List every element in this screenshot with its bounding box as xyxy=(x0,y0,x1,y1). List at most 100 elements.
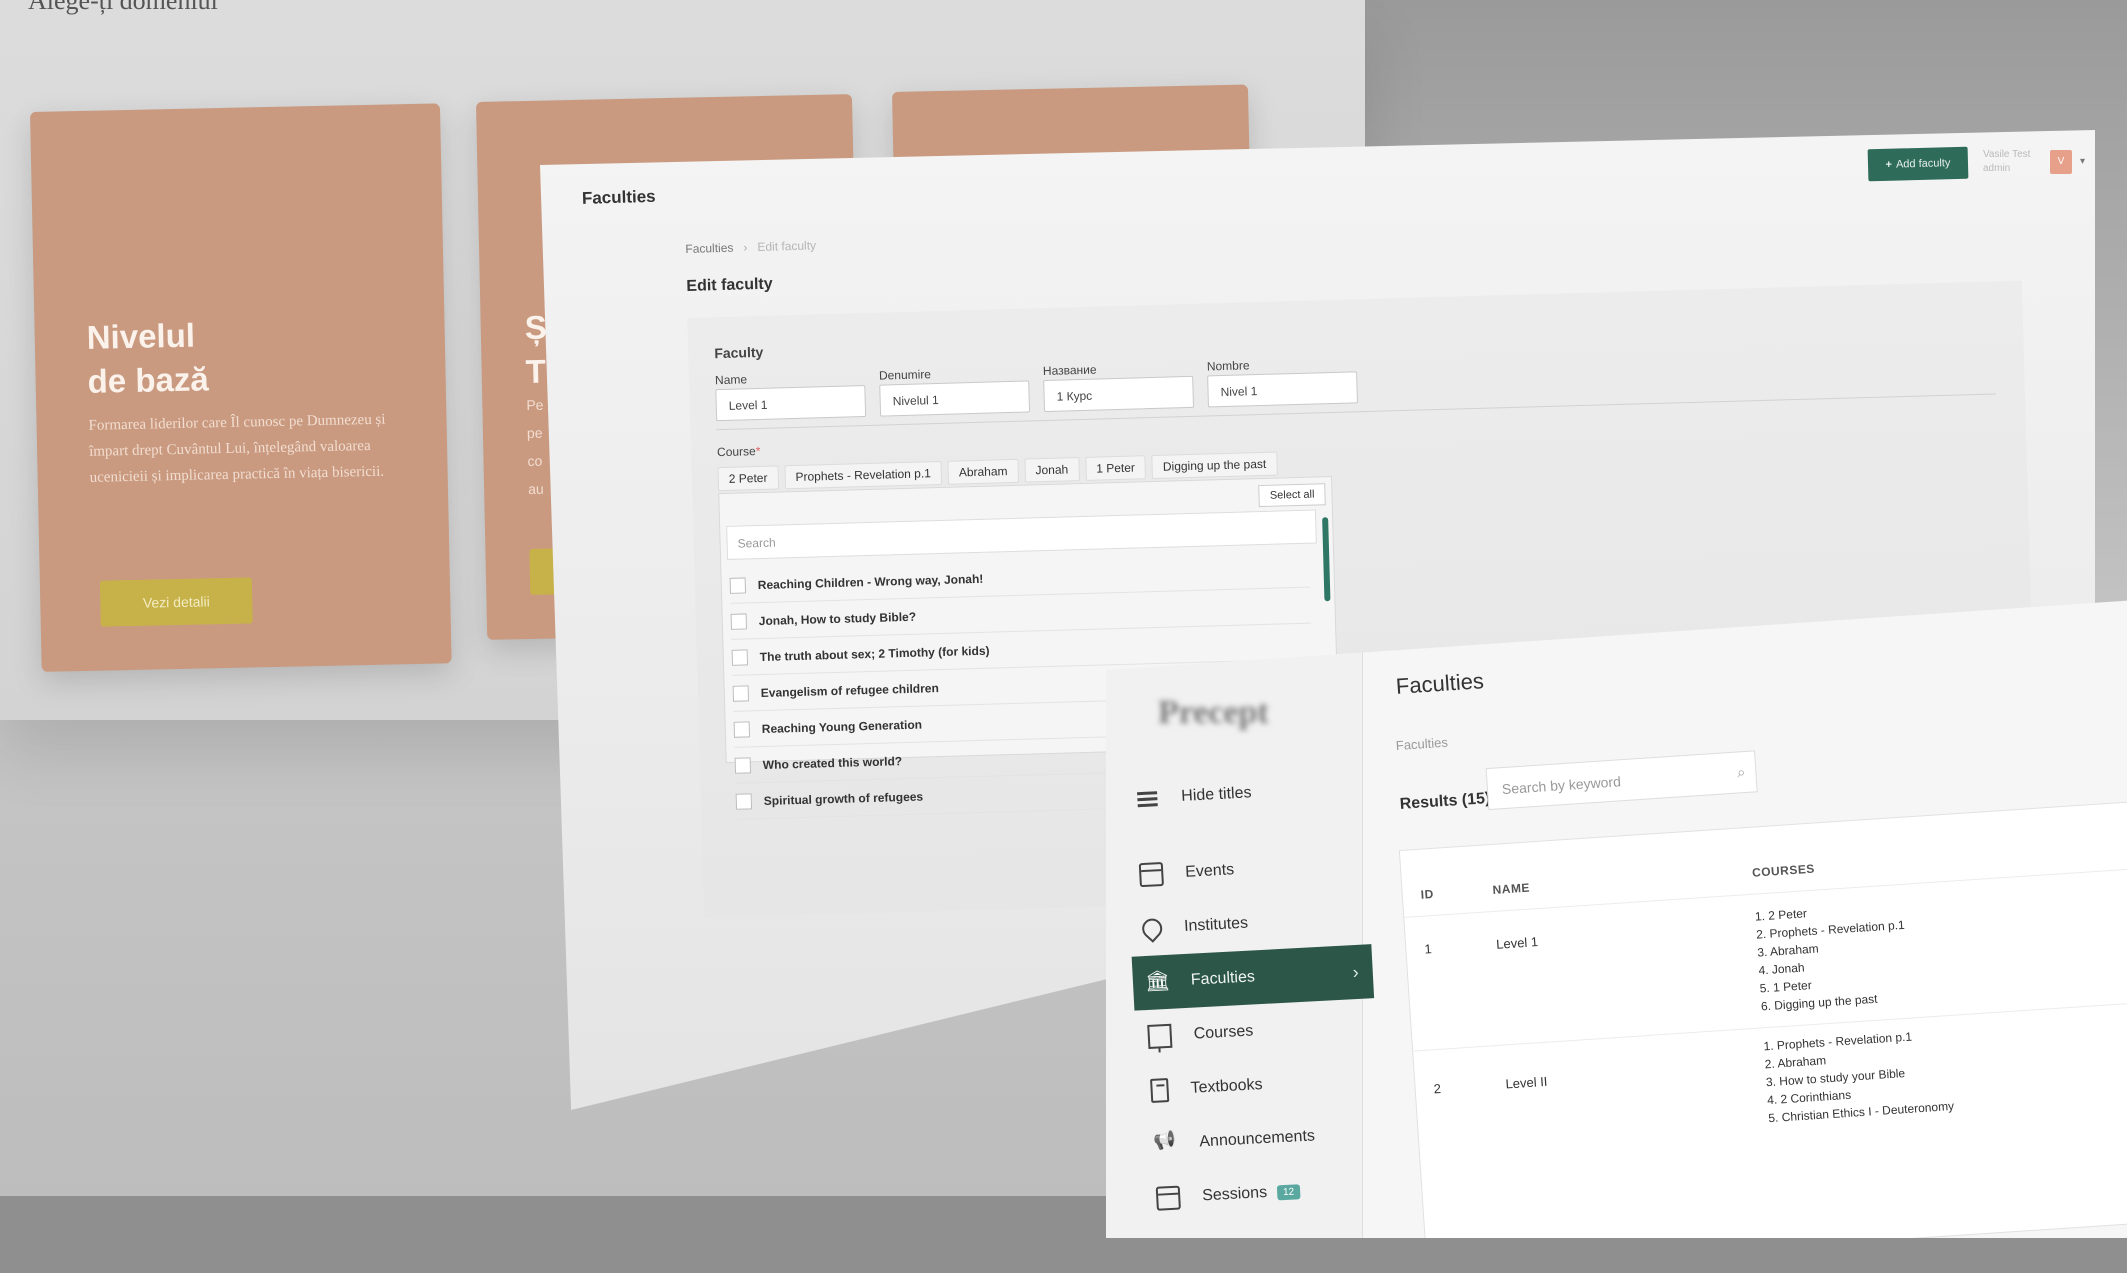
page-title: Faculties xyxy=(1395,668,1485,699)
card-title: Ș T xyxy=(524,306,548,394)
row-courses: 1. Prophets - Revelation p.1 2. Abraham … xyxy=(1763,1025,1955,1127)
breadcrumb: Faculties xyxy=(1395,734,1449,754)
course-option-label: Spiritual growth of refugees xyxy=(763,789,924,808)
sidebar-item-label: Hide titles xyxy=(1180,784,1252,805)
required-asterisk: * xyxy=(755,443,761,459)
card-title-line-2: de bază xyxy=(87,360,210,400)
course-tag[interactable]: Digging up the past xyxy=(1151,451,1278,480)
breadcrumb-separator-icon: › xyxy=(743,240,748,255)
sidebar-item-label: Announcements xyxy=(1198,1127,1316,1151)
nombre-field-label: Nombre xyxy=(1206,358,1250,374)
checkbox[interactable] xyxy=(730,612,748,630)
basic-level-card: Nivelul de bază Formarea liderilor care … xyxy=(30,103,452,672)
course-option-label: Jonah, How to study Bible? xyxy=(758,609,917,628)
select-all-button[interactable]: Select all xyxy=(1258,483,1326,508)
user-name: Vasile Test xyxy=(1983,149,2031,160)
faculties-main: Faculties Faculties Results (15) Search … xyxy=(1362,598,2127,1238)
search-placeholder: Search by keyword xyxy=(1501,773,1622,798)
sessions-count-badge: 12 xyxy=(1276,1183,1301,1200)
edit-heading: Edit faculty xyxy=(686,275,773,295)
card-title-line-1: Ș xyxy=(524,308,548,347)
breadcrumb-current: Edit faculty xyxy=(757,238,817,254)
chevron-right-icon: › xyxy=(1352,961,1360,982)
landing-heading: Alege-ți domeniul xyxy=(28,0,218,15)
sidebar-item-label: Faculties xyxy=(1190,968,1256,989)
row-id: 1 xyxy=(1423,941,1433,957)
user-role: admin xyxy=(1983,163,2011,174)
page-title: Faculties xyxy=(581,186,656,208)
column-header-courses: COURSES xyxy=(1751,861,1816,880)
denumire-field-label: Denumire xyxy=(878,367,932,383)
sidebar: Precept Hide titles Events Institutes Fa… xyxy=(1106,598,1375,1238)
sidebar-item-label: Textbooks xyxy=(1190,1076,1263,1097)
search-icon: ⌕ xyxy=(1736,763,1746,782)
name-field-label: Name xyxy=(714,372,748,388)
calendar-icon xyxy=(1138,861,1164,888)
column-header-id: ID xyxy=(1420,886,1435,902)
user-info: Vasile Test admin xyxy=(1983,148,2030,176)
card-title-line-1: Nivelul xyxy=(86,316,196,356)
course-tag[interactable]: 1 Peter xyxy=(1084,455,1147,481)
faculties-main-content: Faculties Faculties Results (15) Search … xyxy=(1362,598,2127,1238)
checkbox[interactable] xyxy=(731,648,749,666)
row-name[interactable]: Level 1 xyxy=(1496,934,1539,952)
row-id: 2 xyxy=(1433,1080,1442,1097)
megaphone-icon xyxy=(1153,1132,1178,1157)
name-field[interactable]: Level 1 xyxy=(715,385,867,422)
sidebar-item-sessions[interactable]: Sessions 12 xyxy=(1143,1160,1385,1226)
bank-icon xyxy=(1144,970,1169,995)
course-tag[interactable]: 2 Peter xyxy=(717,465,779,492)
plus-icon: + xyxy=(1885,158,1893,171)
row-courses: 1. 2 Peter 2. Prophets - Revelation p.1 … xyxy=(1754,898,1910,1016)
card-title: Nivelul de bază xyxy=(86,310,388,404)
checkbox[interactable] xyxy=(729,576,747,594)
nazvanie-field[interactable]: 1 Курс xyxy=(1043,375,1195,413)
faculty-section-label: Faculty xyxy=(714,343,764,362)
column-header-name: NAME xyxy=(1492,880,1531,897)
menu-lines-icon xyxy=(1135,786,1160,811)
breadcrumb: Faculties › Edit faculty xyxy=(685,238,816,256)
sidebar-item-label: Institutes xyxy=(1183,914,1249,935)
book-icon xyxy=(1150,1078,1170,1103)
nombre-field[interactable]: Nivel 1 xyxy=(1207,371,1358,408)
course-tag[interactable]: Jonah xyxy=(1024,457,1080,483)
session-icon xyxy=(1155,1185,1181,1211)
course-option-label: Reaching Children - Wrong way, Jonah! xyxy=(757,571,984,592)
sidebar-item-label: Events xyxy=(1184,861,1235,881)
checkbox[interactable] xyxy=(733,720,751,738)
results-count: Results (15) xyxy=(1399,789,1491,813)
faculties-list-panel: Precept Hide titles Events Institutes Fa… xyxy=(1106,598,2127,1238)
nazvanie-field-label: Название xyxy=(1042,362,1097,379)
card-description: Formarea liderilor care Îl cunosc pe Dum… xyxy=(88,411,386,486)
breadcrumb-faculties-link[interactable]: Faculties xyxy=(685,241,733,256)
course-label-text: Course xyxy=(716,444,756,460)
checkbox[interactable] xyxy=(735,792,753,810)
card-title-line-2: T xyxy=(525,352,547,391)
logo: Precept xyxy=(1158,694,1269,731)
avatar[interactable]: V xyxy=(2050,150,2072,174)
course-list-scrollbar[interactable] xyxy=(1322,517,1331,602)
course-field-label: Course* xyxy=(717,444,761,459)
course-option-label: Evangelism of refugee children xyxy=(760,680,939,700)
search-input[interactable]: Search by keyword ⌕ xyxy=(1485,750,1758,811)
chevron-down-icon[interactable]: ▾ xyxy=(2080,156,2085,167)
location-pin-icon xyxy=(1138,914,1167,943)
sidebar-item-label: Sessions xyxy=(1201,1183,1268,1205)
sidebar-nav: Hide titles Events Institutes Faculties ›… xyxy=(1122,760,1385,1226)
row-name[interactable]: Level II xyxy=(1505,1074,1548,1092)
checkbox[interactable] xyxy=(734,756,752,774)
details-button[interactable]: Vezi detalii xyxy=(99,577,253,627)
course-option-label: Who created this world? xyxy=(762,753,903,772)
course-option-label: Reaching Young Generation xyxy=(761,717,923,736)
course-tag[interactable]: Prophets - Revelation p.1 xyxy=(784,460,943,490)
add-faculty-button[interactable]: + Add faculty xyxy=(1867,146,1969,182)
sidebar-item-label: Courses xyxy=(1193,1022,1254,1043)
course-tag[interactable]: Abraham xyxy=(947,458,1019,485)
checkbox[interactable] xyxy=(732,684,750,702)
course-option-label: The truth about sex; 2 Timothy (for kids… xyxy=(759,643,990,664)
faculties-table: ID NAME COURSES 1 Level 1 1. 2 Peter 2. … xyxy=(1398,798,2127,1238)
course-search-input[interactable]: Search xyxy=(726,509,1317,560)
denumire-field[interactable]: Nivelul 1 xyxy=(879,380,1031,417)
presentation-board-icon xyxy=(1147,1023,1173,1049)
add-faculty-label: Add faculty xyxy=(1895,157,1951,171)
